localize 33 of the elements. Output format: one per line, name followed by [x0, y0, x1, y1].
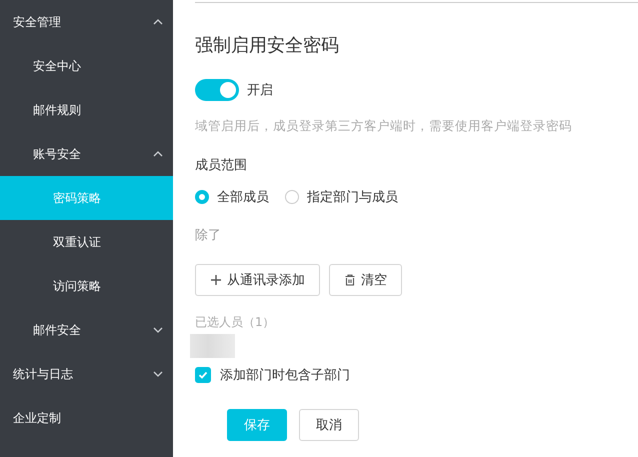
clear-button[interactable]: 清空 [329, 264, 402, 296]
checkbox[interactable] [195, 367, 211, 383]
cancel-button[interactable]: 取消 [299, 409, 359, 441]
sidebar-item[interactable]: 企业定制 [0, 396, 173, 440]
chevron-down-icon [153, 327, 163, 333]
description-text: 域管启用后，成员登录第三方客户端时，需要使用客户端登录密码 [195, 118, 572, 135]
sidebar-item[interactable]: 账号安全 [0, 132, 173, 176]
sidebar-item[interactable]: 安全管理 [0, 0, 173, 44]
except-label: 除了 [195, 227, 221, 244]
toggle-switch[interactable] [195, 79, 239, 101]
plus-icon [210, 274, 222, 286]
checkmark-icon [197, 369, 209, 381]
sidebar-item[interactable]: 统计与日志 [0, 352, 173, 396]
add-from-contacts-button[interactable]: 从通讯录添加 [195, 264, 320, 296]
radio-button[interactable] [285, 190, 299, 204]
chevron-down-icon [153, 371, 163, 377]
sidebar-item[interactable]: 邮件安全 [0, 308, 173, 352]
sidebar-item[interactable]: 邮件规则 [0, 88, 173, 132]
radio-button[interactable] [195, 190, 209, 204]
selected-members-label: 已选人员（1） [195, 314, 275, 331]
radio-label: 全部成员 [217, 189, 269, 206]
trash-icon [344, 274, 356, 286]
sidebar-item[interactable]: 双重认证 [0, 220, 173, 264]
scope-label: 成员范围 [195, 157, 247, 174]
blurred-placeholder [190, 334, 235, 358]
chevron-up-icon [153, 19, 163, 25]
sidebar-item[interactable]: 访问策略 [0, 264, 173, 308]
toggle-label: 开启 [247, 82, 273, 99]
chevron-up-icon [153, 151, 163, 157]
radio-label: 指定部门与成员 [307, 189, 398, 206]
sidebar-item[interactable]: 安全中心 [0, 44, 173, 88]
checkbox-label: 添加部门时包含子部门 [220, 367, 350, 384]
page-title: 强制启用安全密码 [195, 34, 339, 57]
